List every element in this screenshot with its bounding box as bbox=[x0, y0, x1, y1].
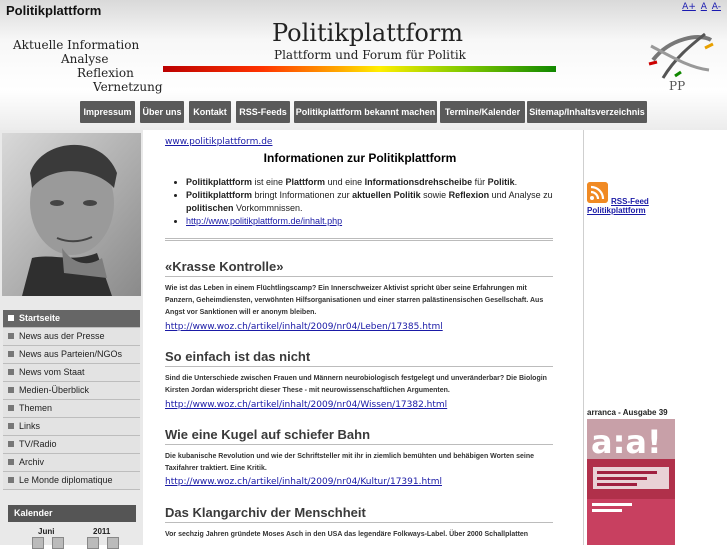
sidebar-item-archiv[interactable]: Archiv bbox=[3, 454, 140, 472]
bullet-icon bbox=[8, 350, 14, 357]
rss-icon[interactable] bbox=[587, 182, 608, 203]
article-title: Das Klangarchiv der Menschheit bbox=[165, 505, 366, 520]
sidebar-item-presse[interactable]: News aus der Presse bbox=[3, 328, 140, 346]
bullet-icon bbox=[8, 440, 14, 447]
info-item: Politikplattform ist eine Plattform und … bbox=[186, 176, 566, 189]
font-increase-link[interactable]: A+ bbox=[682, 2, 696, 12]
rss-feed-link[interactable]: Politikplattform bbox=[587, 206, 646, 215]
calendar-month: Juni bbox=[38, 527, 55, 536]
info-item: Politikplattform bringt Informationen zu… bbox=[186, 189, 566, 215]
bullet-icon bbox=[8, 368, 14, 375]
divider bbox=[165, 444, 553, 445]
divider bbox=[165, 522, 553, 523]
info-title: Informationen zur Politikplattform bbox=[263, 151, 457, 165]
article-text: Vor sechzig Jahren gründete Moses Asch i… bbox=[165, 531, 529, 538]
rss-feed-link[interactable]: RSS-Feed bbox=[611, 197, 649, 206]
sidebar-item-monde-diplomatique[interactable]: Le Monde diplomatique bbox=[3, 472, 140, 490]
font-size-controls: A+ A A- bbox=[680, 2, 721, 12]
calendar-year: 2011 bbox=[93, 527, 111, 536]
article-text: Die kubanische Revolution und wie der Sc… bbox=[165, 453, 534, 472]
tagline-line: Aktuelle Information bbox=[13, 38, 140, 52]
sidebar-item-label: Medien-Überblick bbox=[19, 385, 90, 395]
info-list: Politikplattform ist eine Plattform und … bbox=[170, 176, 566, 228]
tagline-line: Analyse bbox=[61, 52, 109, 66]
magazine-cover[interactable]: a:a! bbox=[587, 419, 675, 545]
font-normal-link[interactable]: A bbox=[701, 2, 707, 12]
bullet-icon bbox=[8, 404, 14, 411]
sidebar-nav: Startseite News aus der Presse News aus … bbox=[3, 310, 140, 490]
sidebar-item-tv-radio[interactable]: TV/Radio bbox=[3, 436, 140, 454]
tagline: Aktuelle Information Analyse Reflexion V… bbox=[0, 38, 163, 94]
font-decrease-link[interactable]: A- bbox=[712, 2, 721, 12]
magazine-cover-text: a:a! bbox=[591, 423, 662, 461]
nav-ueber-uns[interactable]: Über uns bbox=[140, 101, 184, 123]
article-link[interactable]: http://www.woz.ch/artikel/inhalt/2009/nr… bbox=[165, 400, 447, 410]
article-title: Wie eine Kugel auf schiefer Bahn bbox=[165, 427, 371, 442]
divider bbox=[165, 238, 553, 241]
nav-kontakt[interactable]: Kontakt bbox=[189, 101, 231, 123]
bullet-icon bbox=[8, 422, 14, 429]
sidebar-item-parteien[interactable]: News aus Parteien/NGOs bbox=[3, 346, 140, 364]
bullet-icon bbox=[8, 458, 14, 465]
divider bbox=[165, 276, 553, 277]
sidebar-item-label: Le Monde diplomatique bbox=[19, 475, 113, 485]
info-link[interactable]: http://www.politikplattform.de/inhalt.ph… bbox=[186, 216, 342, 226]
nav-termine[interactable]: Termine/Kalender bbox=[440, 101, 525, 123]
nav-bekannt-machen[interactable]: Politikplattform bekannt machen bbox=[294, 101, 437, 123]
color-bar bbox=[163, 66, 556, 72]
sidebar-item-label: Links bbox=[19, 421, 41, 431]
article-text: Sind die Unterschiede zwischen Frauen un… bbox=[165, 375, 547, 394]
calendar-prev-month-button[interactable] bbox=[32, 537, 44, 549]
logo-title[interactable]: Politikplattform bbox=[272, 19, 463, 47]
sidebar-item-startseite[interactable]: Startseite bbox=[3, 310, 140, 328]
sidebar-item-label: Themen bbox=[19, 403, 53, 413]
sidebar-item-links[interactable]: Links bbox=[3, 418, 140, 436]
bullet-icon bbox=[8, 332, 14, 339]
nav-impressum[interactable]: Impressum bbox=[80, 101, 135, 123]
bullet-icon bbox=[8, 386, 14, 393]
sidebar-item-label: Startseite bbox=[19, 313, 61, 323]
header: Politikplattform A+ A A- Aktuelle Inform… bbox=[0, 0, 727, 130]
logo-subtitle: Plattform und Forum für Politik bbox=[274, 48, 466, 62]
sidebar-item-label: News vom Staat bbox=[19, 367, 85, 377]
calendar-next-month-button[interactable] bbox=[52, 537, 64, 549]
portrait-photo bbox=[2, 133, 141, 296]
calendar-next-year-button[interactable] bbox=[107, 537, 119, 549]
divider bbox=[165, 366, 553, 367]
sidebar-item-label: News aus der Presse bbox=[19, 331, 105, 341]
article-link[interactable]: http://www.woz.ch/artikel/inhalt/2009/nr… bbox=[165, 322, 443, 332]
site-name: Politikplattform bbox=[6, 3, 102, 18]
article-title: So einfach ist das nicht bbox=[165, 349, 311, 364]
article-link[interactable]: http://www.woz.ch/artikel/inhalt/2009/nr… bbox=[165, 477, 442, 487]
site-url-link[interactable]: www.politikplattform.de bbox=[165, 137, 272, 147]
magazine-label: arranca - Ausgabe 39 bbox=[587, 408, 668, 417]
tagline-line: Reflexion bbox=[77, 66, 134, 80]
sidebar-item-label: TV/Radio bbox=[19, 439, 57, 449]
tagline-line: Vernetzung bbox=[93, 80, 163, 94]
sidebar-item-label: News aus Parteien/NGOs bbox=[19, 349, 123, 359]
bullet-icon bbox=[8, 476, 14, 483]
calendar-prev-year-button[interactable] bbox=[87, 537, 99, 549]
info-item: http://www.politikplattform.de/inhalt.ph… bbox=[186, 215, 566, 228]
calendar-heading: Kalender bbox=[8, 505, 136, 522]
article-title: «Krasse Kontrolle» bbox=[165, 259, 284, 274]
sidebar-item-label: Archiv bbox=[19, 457, 45, 467]
article-text: Wie ist das Leben in einem Flüchtlingsca… bbox=[165, 285, 544, 316]
sidebar-item-staat[interactable]: News vom Staat bbox=[3, 364, 140, 382]
bullet-icon bbox=[8, 314, 14, 321]
emblem-logo: PP bbox=[648, 32, 714, 93]
nav-rss-feeds[interactable]: RSS-Feeds bbox=[236, 101, 290, 123]
nav-sitemap[interactable]: Sitemap/Inhaltsverzeichnis bbox=[527, 101, 647, 123]
sidebar-item-themen[interactable]: Themen bbox=[3, 400, 140, 418]
sidebar-item-medien[interactable]: Medien-Überblick bbox=[3, 382, 140, 400]
emblem-text: PP bbox=[669, 79, 685, 93]
